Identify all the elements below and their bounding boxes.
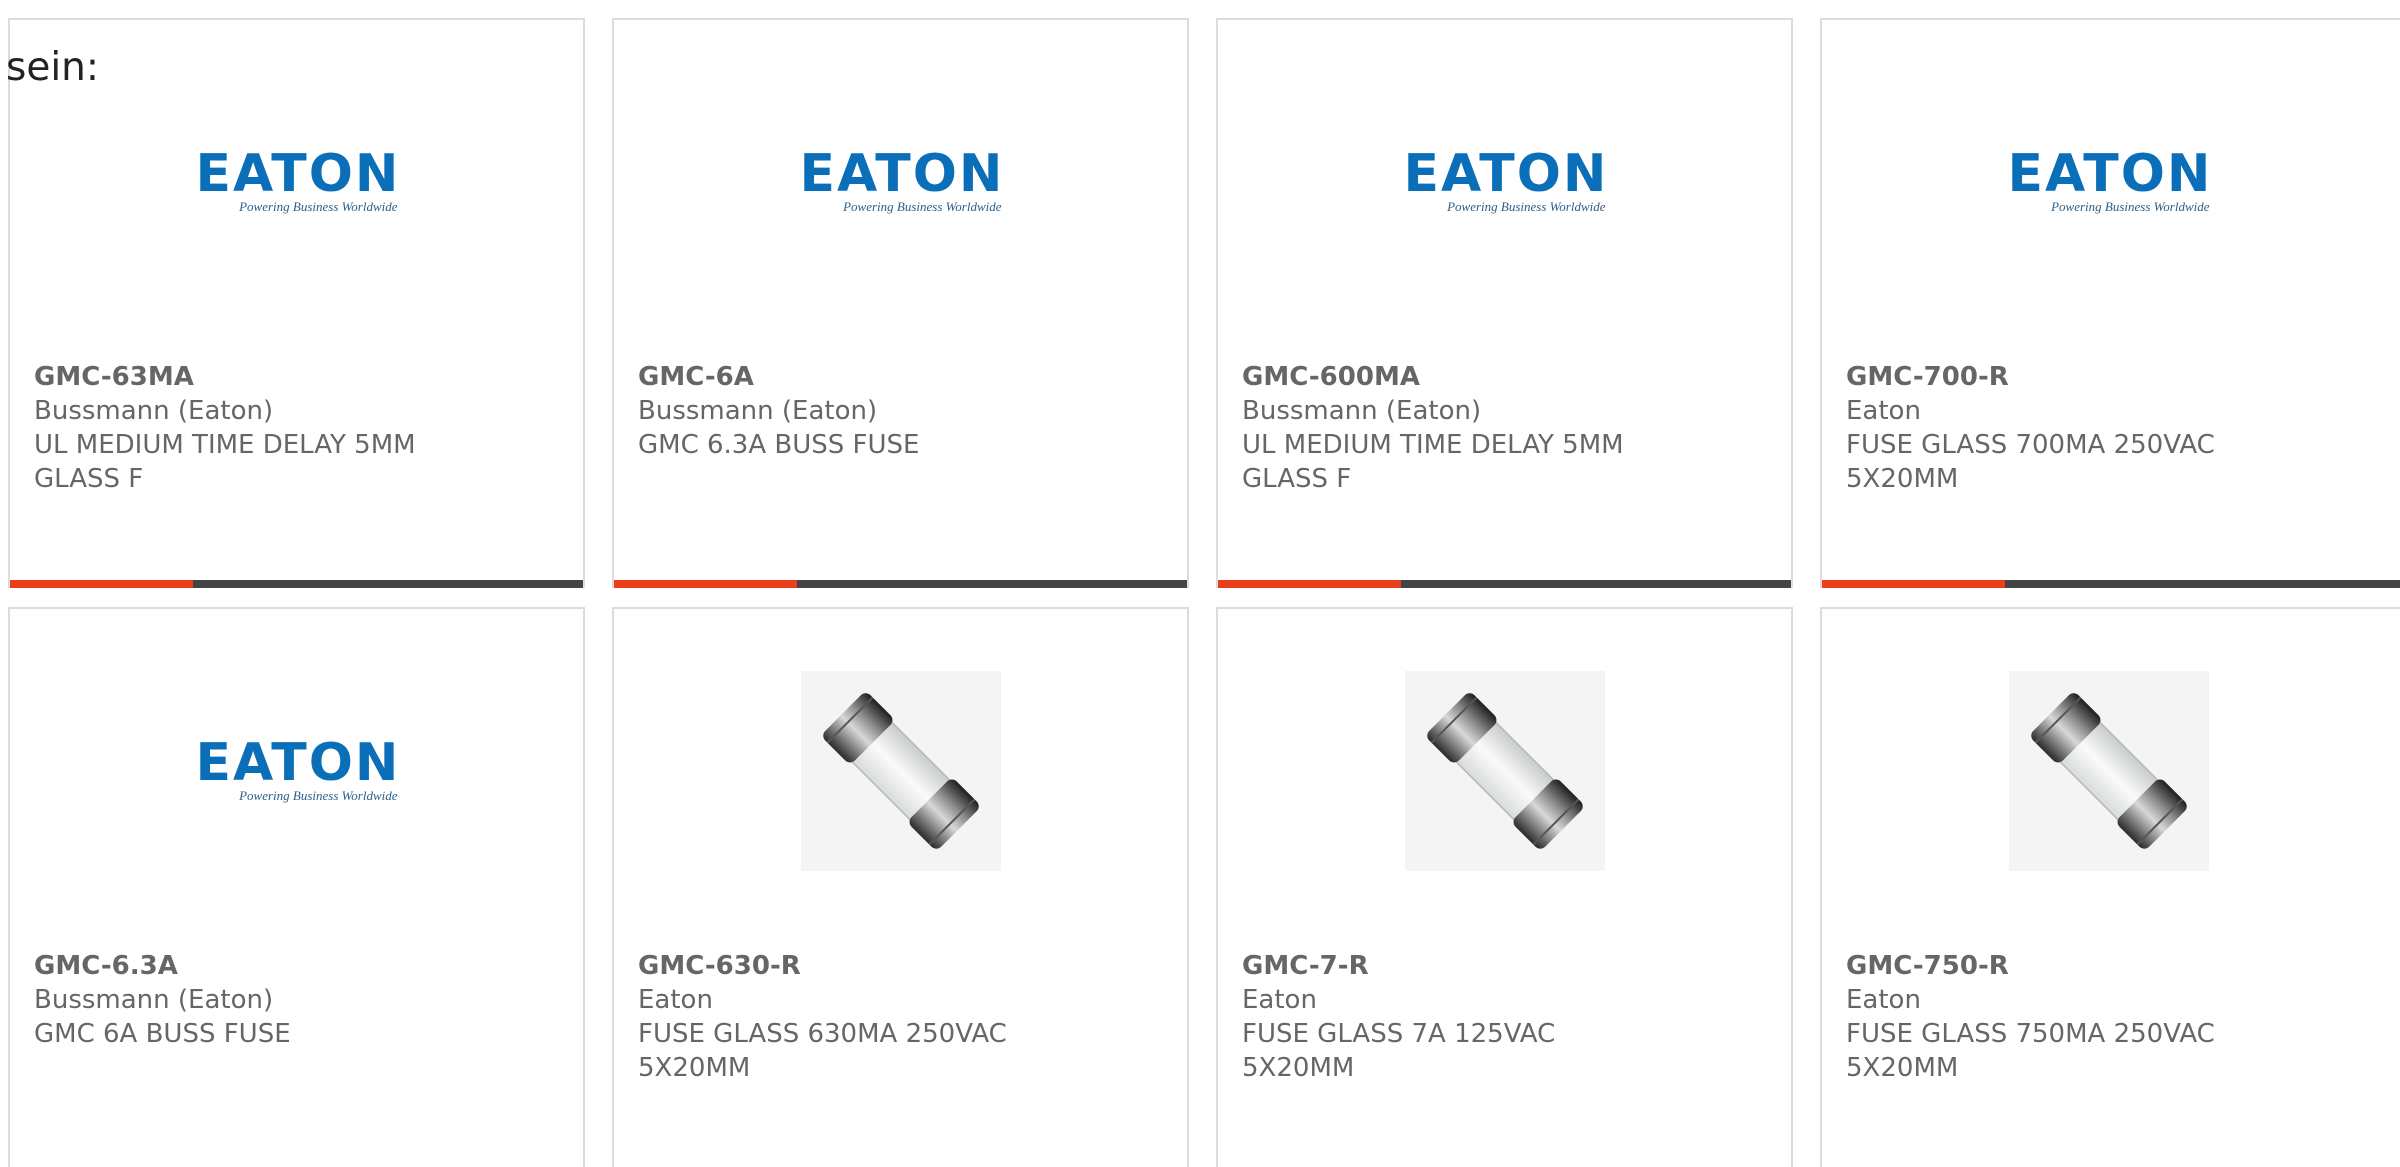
- eaton-logo: EATON Powering Business Worldwide: [1403, 144, 1609, 215]
- part-number-link[interactable]: GMC-6.3A: [34, 949, 563, 983]
- card-bar-accent: [614, 580, 797, 588]
- manufacturer: Eaton: [638, 985, 713, 1015]
- product-image[interactable]: [1822, 671, 2395, 871]
- manufacturer: Eaton: [1242, 985, 1317, 1015]
- card-bar-accent: [1822, 580, 2005, 588]
- description: UL MEDIUM TIME DELAY 5MM GLASS F: [34, 430, 416, 494]
- description: FUSE GLASS 750MA 250VAC 5X20MM: [1846, 1019, 2215, 1083]
- description: GMC 6.3A BUSS FUSE: [638, 430, 920, 460]
- product-image[interactable]: [614, 671, 1187, 871]
- description: UL MEDIUM TIME DELAY 5MM GLASS F: [1242, 430, 1624, 494]
- product-grid: EATON Powering Business Worldwide GMC-63…: [8, 18, 2400, 1167]
- eaton-logo: EATON Powering Business Worldwide: [2007, 144, 2213, 215]
- eaton-tagline: Powering Business Worldwide: [1447, 199, 1606, 214]
- product-image[interactable]: EATON Powering Business Worldwide: [10, 671, 583, 871]
- product-card[interactable]: EATON Powering Business Worldwide GMC-70…: [1820, 18, 2400, 588]
- part-number-link[interactable]: GMC-7-R: [1242, 949, 1771, 983]
- part-number-link[interactable]: GMC-6A: [638, 360, 1167, 394]
- eaton-logo: EATON Powering Business Worldwide: [799, 144, 1005, 215]
- manufacturer: Bussmann (Eaton): [34, 396, 274, 426]
- description: FUSE GLASS 630MA 250VAC 5X20MM: [638, 1019, 1007, 1083]
- product-card[interactable]: EATON Powering Business Worldwide GMC-60…: [1216, 18, 1793, 588]
- manufacturer: Eaton: [1846, 985, 1921, 1015]
- description: FUSE GLASS 700MA 250VAC 5X20MM: [1846, 430, 2215, 494]
- product-card[interactable]: GMC-7-R Eaton FUSE GLASS 7A 125VAC 5X20M…: [1216, 607, 1793, 1167]
- glass-fuse-icon: [1426, 693, 1583, 849]
- intro-text: sein:: [6, 45, 100, 90]
- manufacturer: Bussmann (Eaton): [1242, 396, 1482, 426]
- glass-fuse-image: [1404, 671, 1605, 871]
- product-image[interactable]: EATON Powering Business Worldwide: [1822, 82, 2395, 282]
- product-image[interactable]: EATON Powering Business Worldwide: [614, 82, 1187, 282]
- product-image[interactable]: [1218, 671, 1791, 871]
- eaton-tagline: Powering Business Worldwide: [843, 199, 1002, 214]
- glass-fuse-icon: [2030, 693, 2187, 849]
- manufacturer: Bussmann (Eaton): [34, 985, 274, 1015]
- eaton-tagline: Powering Business Worldwide: [2051, 199, 2210, 214]
- card-bar: [614, 580, 1187, 588]
- part-number-link[interactable]: GMC-750-R: [1846, 949, 2380, 983]
- manufacturer: Eaton: [1846, 396, 1921, 426]
- eaton-wordmark: EATON: [195, 144, 401, 204]
- product-image[interactable]: EATON Powering Business Worldwide: [10, 82, 583, 282]
- eaton-wordmark: EATON: [2007, 144, 2213, 204]
- card-bar: [1218, 580, 1791, 588]
- description: FUSE GLASS 7A 125VAC 5X20MM: [1242, 1019, 1556, 1083]
- product-card[interactable]: EATON Powering Business Worldwide GMC-6A…: [612, 18, 1189, 588]
- eaton-logo: EATON Powering Business Worldwide: [195, 733, 401, 804]
- eaton-wordmark: EATON: [1403, 144, 1609, 204]
- part-number-link[interactable]: GMC-630-R: [638, 949, 1167, 983]
- eaton-logo: EATON Powering Business Worldwide: [195, 144, 401, 215]
- glass-fuse-image: [2008, 671, 2209, 871]
- product-card[interactable]: EATON Powering Business Worldwide GMC-63…: [8, 18, 585, 588]
- eaton-wordmark: EATON: [195, 733, 401, 793]
- description: GMC 6A BUSS FUSE: [34, 1019, 291, 1049]
- product-card[interactable]: GMC-630-R Eaton FUSE GLASS 630MA 250VAC …: [612, 607, 1189, 1167]
- product-image[interactable]: EATON Powering Business Worldwide: [1218, 82, 1791, 282]
- manufacturer: Bussmann (Eaton): [638, 396, 878, 426]
- product-card[interactable]: GMC-750-R Eaton FUSE GLASS 750MA 250VAC …: [1820, 607, 2400, 1167]
- product-grid-page: sein: EATON Powering Business Worldwide …: [0, 0, 2400, 1167]
- card-bar: [1822, 580, 2400, 588]
- eaton-tagline: Powering Business Worldwide: [239, 199, 398, 214]
- eaton-tagline: Powering Business Worldwide: [239, 788, 398, 803]
- product-card[interactable]: EATON Powering Business Worldwide GMC-6.…: [8, 607, 585, 1167]
- part-number-link[interactable]: GMC-63MA: [34, 360, 563, 394]
- card-bar-accent: [1218, 580, 1401, 588]
- glass-fuse-image: [800, 671, 1001, 871]
- part-number-link[interactable]: GMC-600MA: [1242, 360, 1771, 394]
- glass-fuse-icon: [822, 693, 979, 849]
- card-bar: [10, 580, 583, 588]
- part-number-link[interactable]: GMC-700-R: [1846, 360, 2380, 394]
- eaton-wordmark: EATON: [799, 144, 1005, 204]
- card-bar-accent: [10, 580, 193, 588]
